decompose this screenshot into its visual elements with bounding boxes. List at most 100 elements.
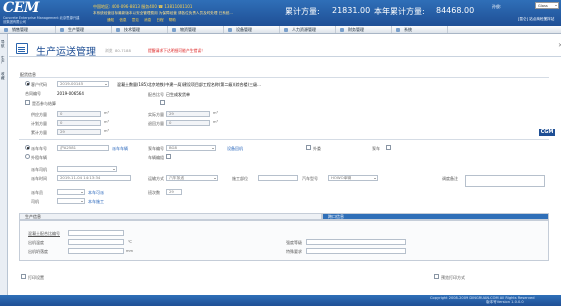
trip-count-input[interactable]: 29: [166, 189, 182, 195]
nav-hr[interactable]: 人力资源管理: [280, 26, 336, 33]
contract-code-label: 合同编号: [25, 91, 41, 96]
special-label: 特殊要求: [286, 249, 302, 254]
nav-materials[interactable]: 物资管理: [168, 26, 224, 33]
unit-m3: m³: [104, 120, 109, 124]
sidebar-item-favorites[interactable]: 收藏: [1, 72, 6, 80]
dispatcher-select[interactable]: [57, 189, 85, 195]
volume-qty-label: 实际方量: [148, 112, 164, 117]
customer-radio[interactable]: [25, 81, 30, 86]
unit-m3: m³: [213, 111, 218, 115]
header-link[interactable]: 日程: [156, 18, 163, 22]
supply-qty-label: 供应方量: [31, 112, 47, 117]
unit-m3: m³: [104, 129, 109, 133]
list-icon: [16, 43, 28, 54]
mix-ratio-label: 是否参与结算: [32, 101, 56, 106]
driver-select[interactable]: [57, 166, 117, 172]
vehicle-no-input[interactable]: 沪A2581: [57, 145, 109, 151]
vehicle-radio[interactable]: [25, 145, 30, 150]
total-volume-value: 21831.00: [332, 6, 371, 15]
location-text: [昆仑] 站点商砼搅拌站: [518, 17, 555, 21]
mix-ratio-checkbox[interactable]: [25, 100, 30, 105]
divider: [19, 139, 549, 140]
external-radio[interactable]: [25, 154, 30, 159]
dispatch-note-input[interactable]: [465, 175, 545, 187]
outsource-checkbox[interactable]: [306, 145, 311, 150]
nav-sales[interactable]: 销售管理: [0, 26, 56, 33]
pump-checkbox[interactable]: [386, 145, 391, 150]
user-label: 孙俊:: [492, 4, 502, 9]
production-tabs: 生产信息 跨口信息: [19, 213, 549, 220]
hotline-text: 中国地区: 400-096-8813 服务400 ☎ 13811001101: [93, 4, 193, 9]
notice-marquee[interactable]: 本系统经营目标最新版本以安全管理费用 为保障经营 请各位负责人员及时处理 已系统…: [93, 11, 233, 16]
sidebar-item-nav[interactable]: 导航: [1, 40, 6, 48]
version-text: 版本号Version 1.0.0.0: [486, 300, 524, 304]
driver-select-2[interactable]: [57, 198, 85, 204]
cumulative-qty-label: 累计方量: [31, 130, 47, 135]
total-volume-label: 累计方量:: [285, 7, 320, 16]
header-link[interactable]: 意见: [132, 18, 139, 22]
dispatcher-link[interactable]: 本车可派: [88, 190, 104, 196]
pump-check-label: 泵车: [372, 146, 380, 151]
header-link[interactable]: 帮助: [169, 18, 176, 22]
planned-qty-input[interactable]: 0: [57, 120, 101, 126]
driver-link[interactable]: 本车施工: [88, 199, 104, 205]
app-header: CEM Concrete Enterprise Management 北京思源兴…: [0, 0, 561, 26]
preview-checkbox[interactable]: [434, 274, 439, 279]
role-select[interactable]: Glass: [535, 2, 559, 9]
mix-code-input[interactable]: [68, 230, 124, 236]
vehicle-type-select[interactable]: HOWO車辆: [328, 175, 378, 181]
trip-count-label: 班次数: [148, 190, 160, 195]
status-value: 已生成发货单: [166, 92, 190, 97]
print-checkbox[interactable]: [21, 274, 26, 279]
customer-code-select[interactable]: 2019-00145: [57, 81, 109, 87]
strength-input[interactable]: [306, 239, 406, 245]
tab-production-info[interactable]: 生产信息: [19, 213, 322, 220]
slump-label: 出机坍落度: [28, 249, 48, 254]
mix-temp-input[interactable]: [68, 239, 124, 245]
construction-input[interactable]: [258, 175, 298, 181]
strength-label: 强度等级: [286, 240, 302, 245]
pump-code-select[interactable]: BG8: [166, 145, 216, 151]
slump-input[interactable]: [68, 248, 124, 254]
header-link[interactable]: 通知: [107, 18, 114, 22]
transport-select[interactable]: 汽车泵送: [166, 175, 218, 181]
special-input[interactable]: [306, 248, 406, 254]
project-name: 混凝土数量(185)北京地铁(中建一局)建设项目部工程名称(第二级)(综合楼)三…: [117, 82, 261, 87]
page-number: 80-7188: [115, 48, 131, 53]
mixer-checkbox[interactable]: [166, 154, 171, 159]
cumulative-qty-input[interactable]: 29: [57, 129, 101, 135]
external-vehicle-label: 外租车辆: [31, 155, 47, 160]
settle-checkbox[interactable]: [160, 100, 165, 105]
mix-temp-label: 出机温度: [28, 240, 44, 245]
production-panel: 混凝土配合比编号 出机温度 ℃ 出机坍落度 mm 强度等级 特殊要求: [19, 220, 549, 261]
driver-label: 司机: [31, 199, 39, 204]
sidebar-item-production[interactable]: 生产: [1, 56, 6, 64]
tab-inlet-info[interactable]: 跨口信息: [322, 213, 549, 220]
supply-qty-input[interactable]: 0: [57, 111, 101, 117]
equipment-link[interactable]: 设备回机: [227, 146, 243, 152]
dispatch-time-label: 派车时间: [31, 176, 47, 181]
dispatch-time-input[interactable]: 2019-11-04 14:13:34: [57, 175, 131, 181]
page-subtitle: 浏览: [105, 48, 113, 53]
year-volume-label: 本年累计方量:: [374, 7, 425, 16]
unit-m3: m³: [213, 120, 218, 124]
returned-qty-input[interactable]: 0: [166, 120, 210, 126]
nav-technical[interactable]: 技术管理: [112, 26, 168, 33]
mixer-label: 车辆编组: [148, 155, 164, 160]
nav-finance[interactable]: 财务管理: [336, 26, 392, 33]
cgm-watermark: CGM: [539, 129, 555, 136]
page-warning: 提醒请求下达明细可能产生错误！: [148, 48, 205, 53]
header-link[interactable]: 消息: [144, 18, 151, 22]
nav-system[interactable]: 系统: [392, 26, 448, 33]
header-link[interactable]: 信息: [119, 18, 126, 22]
construction-label: 施工部位: [232, 176, 248, 181]
slump-unit: mm: [126, 249, 134, 253]
nav-equipment[interactable]: 设备管理: [224, 26, 280, 33]
dispatch-note-label: 调度备注: [442, 176, 458, 181]
volume-qty-input[interactable]: 29: [166, 111, 210, 117]
vehicle-link[interactable]: 派车车辆: [112, 146, 128, 152]
logo-subtitle: Concrete Enterprise Management 北京思源兴建设集团…: [3, 16, 80, 24]
transport-label: 运输方式: [148, 176, 164, 181]
nav-production[interactable]: 生产管理: [56, 26, 112, 33]
divider: [19, 77, 549, 78]
